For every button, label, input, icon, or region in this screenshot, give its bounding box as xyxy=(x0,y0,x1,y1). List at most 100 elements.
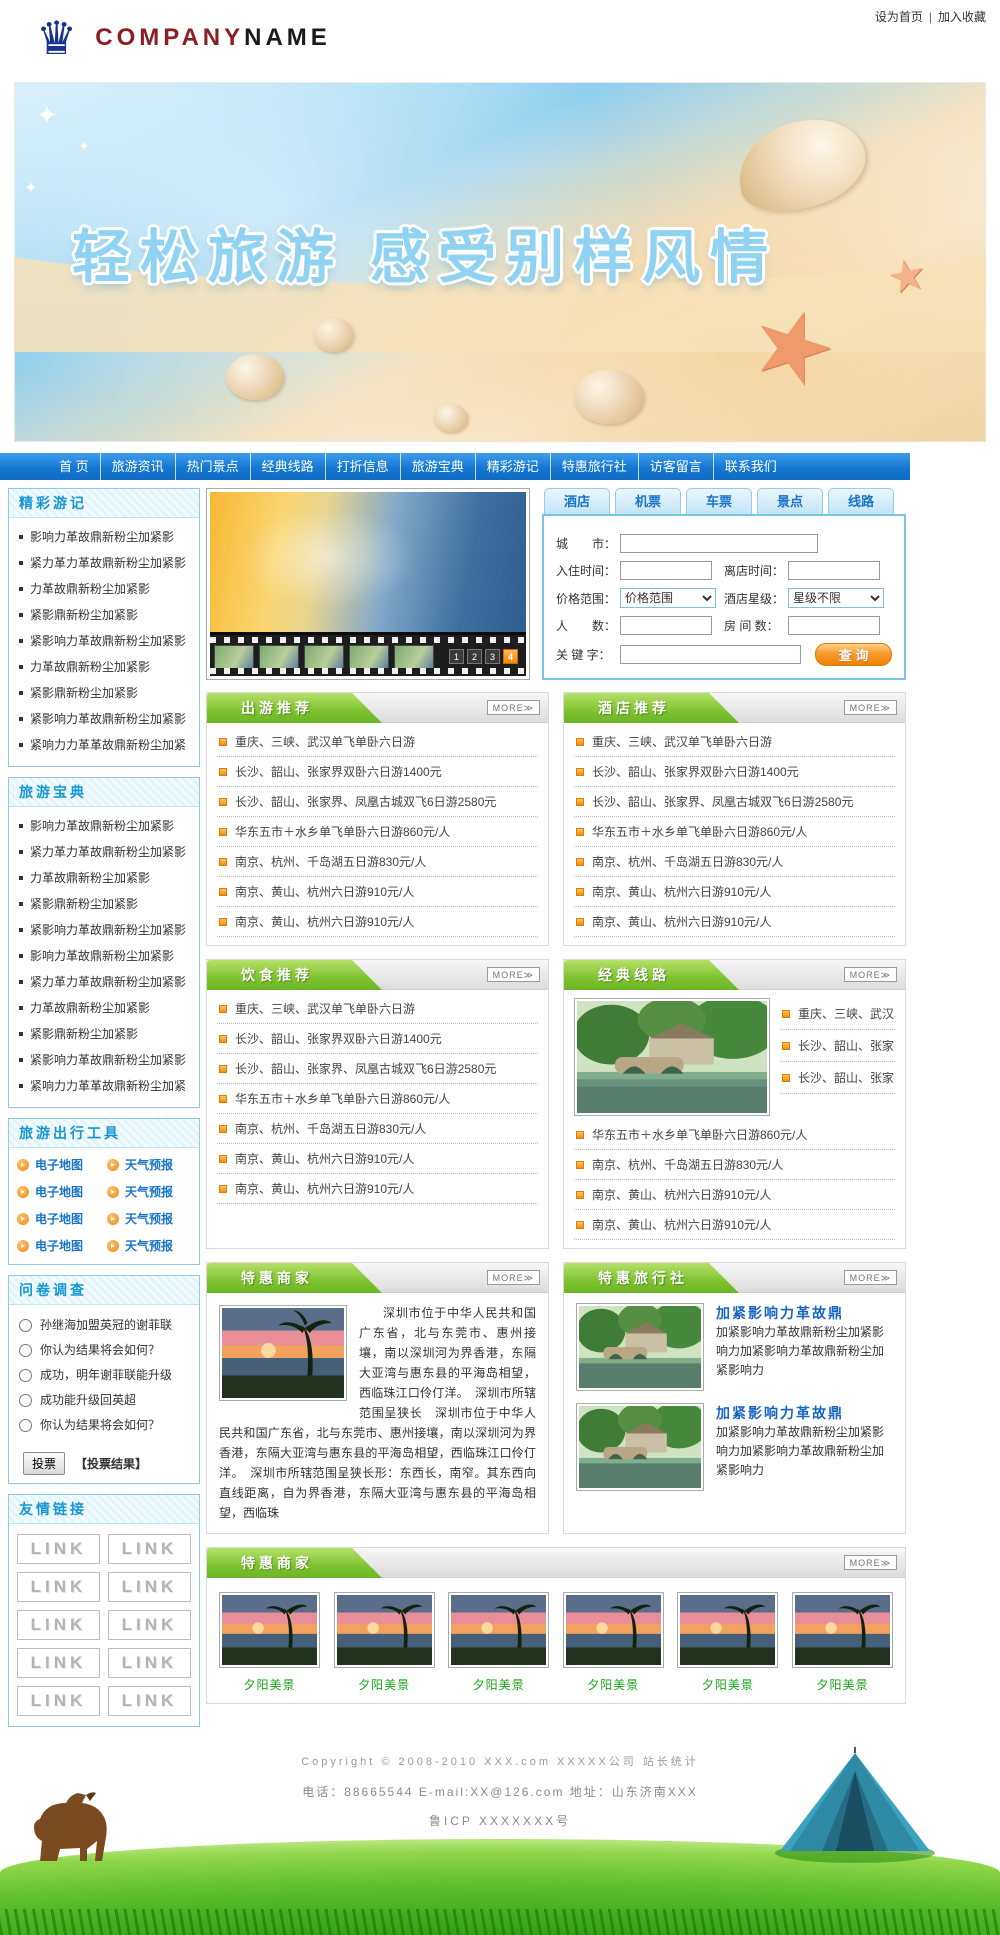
recommend-link[interactable]: 华东五市＋水乡单飞单卧六日游860元/人 xyxy=(592,823,807,840)
friend-link[interactable]: LINK xyxy=(108,1610,191,1640)
tool-link[interactable]: ▸电子地图 xyxy=(17,1183,107,1200)
slideshow-page-button[interactable]: 2 xyxy=(467,649,482,664)
vote-results-link[interactable]: 【投票结果】 xyxy=(75,1455,147,1472)
merchant-thumb[interactable]: 夕阳美景 xyxy=(219,1592,320,1693)
recommend-link[interactable]: 南京、杭州、千岛湖五日游830元/人 xyxy=(592,1156,783,1173)
friend-link[interactable]: LINK xyxy=(17,1610,100,1640)
recommend-link[interactable]: 重庆、三峡、武汉单飞单卧六日游 xyxy=(235,1000,415,1017)
sidebar-link[interactable]: 紧影鼎新粉尘加紧影 xyxy=(30,680,138,706)
checkout-input[interactable] xyxy=(788,561,880,580)
search-tab[interactable]: 机票 xyxy=(615,488,681,514)
recommend-link[interactable]: 长沙、韶山、张家界双卧六日游1400元 xyxy=(592,763,799,780)
sidebar-link[interactable]: 力革故鼎新粉尘加紧影 xyxy=(30,654,150,680)
sidebar-link[interactable]: 力革故鼎新粉尘加紧影 xyxy=(30,865,150,891)
recommend-link[interactable]: 重庆、三峡、武汉单飞单卧六日游 xyxy=(592,733,772,750)
sidebar-link[interactable]: 紧影响力革故鼎新粉尘加紧影 xyxy=(30,1047,186,1073)
nav-item[interactable]: 经典线路 xyxy=(250,453,325,480)
hotel-star-select[interactable]: 星级不限 xyxy=(788,588,884,608)
recommend-link[interactable]: 南京、黄山、杭州六日游910元/人 xyxy=(592,1186,771,1203)
recommend-link[interactable]: 南京、黄山、杭州六日游910元/人 xyxy=(592,883,771,900)
recommend-link[interactable]: 重庆、三峡、武汉单飞单卧六日游 xyxy=(235,733,415,750)
sidebar-link[interactable]: 紧影响力革故鼎新粉尘加紧影 xyxy=(30,917,186,943)
merchant-thumb[interactable]: 夕阳美景 xyxy=(792,1592,893,1693)
tool-link[interactable]: ▸天气预报 xyxy=(107,1237,197,1254)
friend-link[interactable]: LINK xyxy=(17,1572,100,1602)
people-count-input[interactable] xyxy=(620,616,712,635)
recommend-link[interactable]: 南京、黄山、杭州六日游910元/人 xyxy=(235,913,414,930)
recommend-link[interactable]: 华东五市＋水乡单飞单卧六日游860元/人 xyxy=(592,1126,807,1143)
sidebar-link[interactable]: 紧影响力革故鼎新粉尘加紧影 xyxy=(30,706,186,732)
recommend-link[interactable]: 南京、黄山、杭州六日游910元/人 xyxy=(235,1180,414,1197)
nav-item[interactable]: 联系我们 xyxy=(713,453,788,480)
sidebar-link[interactable]: 紧响力力革革故鼎新粉尘加紧 xyxy=(30,1073,186,1099)
thumb-caption[interactable]: 夕阳美景 xyxy=(792,1676,893,1693)
merchant-thumb[interactable]: 夕阳美景 xyxy=(677,1592,778,1693)
more-button[interactable]: MORE≫ xyxy=(844,700,897,715)
merchant-thumb[interactable]: 夕阳美景 xyxy=(448,1592,549,1693)
sidebar-link[interactable]: 力革故鼎新粉尘加紧影 xyxy=(30,576,150,602)
room-count-input[interactable] xyxy=(788,616,880,635)
tool-link[interactable]: ▸电子地图 xyxy=(17,1156,107,1173)
poll-option[interactable]: 你认为结果将会如何？ xyxy=(19,1338,193,1363)
friend-link[interactable]: LINK xyxy=(108,1534,191,1564)
recommend-link[interactable]: 华东五市＋水乡单飞单卧六日游860元/人 xyxy=(235,1090,450,1107)
sidebar-link[interactable]: 紧力革力革故鼎新粉尘加紧影 xyxy=(30,969,186,995)
nav-item[interactable]: 访客留言 xyxy=(638,453,713,480)
search-submit-button[interactable]: 查 询 xyxy=(815,643,892,666)
recommend-link[interactable]: 南京、黄山、杭州六日游910元/人 xyxy=(235,1150,414,1167)
sidebar-link[interactable]: 紧影鼎新粉尘加紧影 xyxy=(30,891,138,917)
poll-option-radio[interactable] xyxy=(19,1344,32,1357)
sidebar-link[interactable]: 力革故鼎新粉尘加紧影 xyxy=(30,995,150,1021)
sidebar-link[interactable]: 紧力革力革故鼎新粉尘加紧影 xyxy=(30,839,186,865)
sidebar-link[interactable]: 紧影响力革故鼎新粉尘加紧影 xyxy=(30,628,186,654)
more-button[interactable]: MORE≫ xyxy=(487,1270,540,1285)
price-range-select[interactable]: 价格范围 xyxy=(620,588,716,608)
agency-title-link[interactable]: 加紧影响力革故鼎 xyxy=(716,1305,844,1321)
more-button[interactable]: MORE≫ xyxy=(844,1270,897,1285)
search-tab[interactable]: 车票 xyxy=(686,488,752,514)
poll-option-radio[interactable] xyxy=(19,1369,32,1382)
recommend-link[interactable]: 长沙、韶山、张家界、凤凰古城双飞6日游2580元 xyxy=(592,793,853,810)
sidebar-link[interactable]: 影响力革故鼎新粉尘加紧影 xyxy=(30,813,174,839)
thumb-caption[interactable]: 夕阳美景 xyxy=(563,1676,664,1693)
more-button[interactable]: MORE≫ xyxy=(487,700,540,715)
search-tab[interactable]: 景点 xyxy=(757,488,823,514)
sidebar-link[interactable]: 影响力革故鼎新粉尘加紧影 xyxy=(30,943,174,969)
nav-item[interactable]: 首 页 xyxy=(48,453,100,480)
recommend-link[interactable]: 南京、杭州、千岛湖五日游830元/人 xyxy=(235,853,426,870)
recommend-link[interactable]: 重庆、三峡、武汉单飞单卧六日游 xyxy=(798,1005,895,1022)
thumb-caption[interactable]: 夕阳美景 xyxy=(677,1676,778,1693)
more-button[interactable]: MORE≫ xyxy=(844,1555,897,1570)
sidebar-link[interactable]: 影响力革故鼎新粉尘加紧影 xyxy=(30,524,174,550)
poll-option[interactable]: 成功能升级回英超 xyxy=(19,1388,193,1413)
sidebar-link[interactable]: 紧响力力革革故鼎新粉尘加紧 xyxy=(30,732,186,758)
nav-item[interactable]: 精彩游记 xyxy=(475,453,550,480)
recommend-link[interactable]: 长沙、韶山、张家界、凤凰古城双 xyxy=(798,1069,895,1086)
keyword-input[interactable] xyxy=(620,645,801,664)
merchant-thumb[interactable]: 夕阳美景 xyxy=(563,1592,664,1693)
recommend-link[interactable]: 长沙、韶山、张家界双卧六日游1400元 xyxy=(235,1030,442,1047)
agency-title-link[interactable]: 加紧影响力革故鼎 xyxy=(716,1405,844,1421)
poll-option[interactable]: 孙继海加盟英冠的谢菲联 xyxy=(19,1313,193,1338)
slideshow-page-button[interactable]: 3 xyxy=(485,649,500,664)
nav-item[interactable]: 打折信息 xyxy=(325,453,400,480)
tool-link[interactable]: ▸天气预报 xyxy=(107,1210,197,1227)
recommend-link[interactable]: 南京、黄山、杭州六日游910元/人 xyxy=(592,1216,771,1233)
recommend-link[interactable]: 长沙、韶山、张家界、凤凰古城双飞6日游2580元 xyxy=(235,1060,496,1077)
friend-link[interactable]: LINK xyxy=(108,1648,191,1678)
city-input[interactable] xyxy=(620,534,818,553)
friend-link[interactable]: LINK xyxy=(17,1648,100,1678)
friend-link[interactable]: LINK xyxy=(108,1686,191,1716)
recommend-link[interactable]: 长沙、韶山、张家界、凤凰古城双飞6日游2580元 xyxy=(235,793,496,810)
recommend-link[interactable]: 长沙、韶山、张家界双卧六日游1400元 xyxy=(235,763,442,780)
tool-link[interactable]: ▸电子地图 xyxy=(17,1237,107,1254)
more-button[interactable]: MORE≫ xyxy=(487,967,540,982)
set-homepage-link[interactable]: 设为首页 xyxy=(875,10,923,24)
tool-link[interactable]: ▸电子地图 xyxy=(17,1210,107,1227)
merchant-thumb[interactable]: 夕阳美景 xyxy=(334,1592,435,1693)
thumb-caption[interactable]: 夕阳美景 xyxy=(448,1676,549,1693)
recommend-link[interactable]: 南京、杭州、千岛湖五日游830元/人 xyxy=(592,853,783,870)
poll-option[interactable]: 你认为结果将会如何？ xyxy=(19,1413,193,1438)
recommend-link[interactable]: 南京、杭州、千岛湖五日游830元/人 xyxy=(235,1120,426,1137)
poll-option-radio[interactable] xyxy=(19,1419,32,1432)
